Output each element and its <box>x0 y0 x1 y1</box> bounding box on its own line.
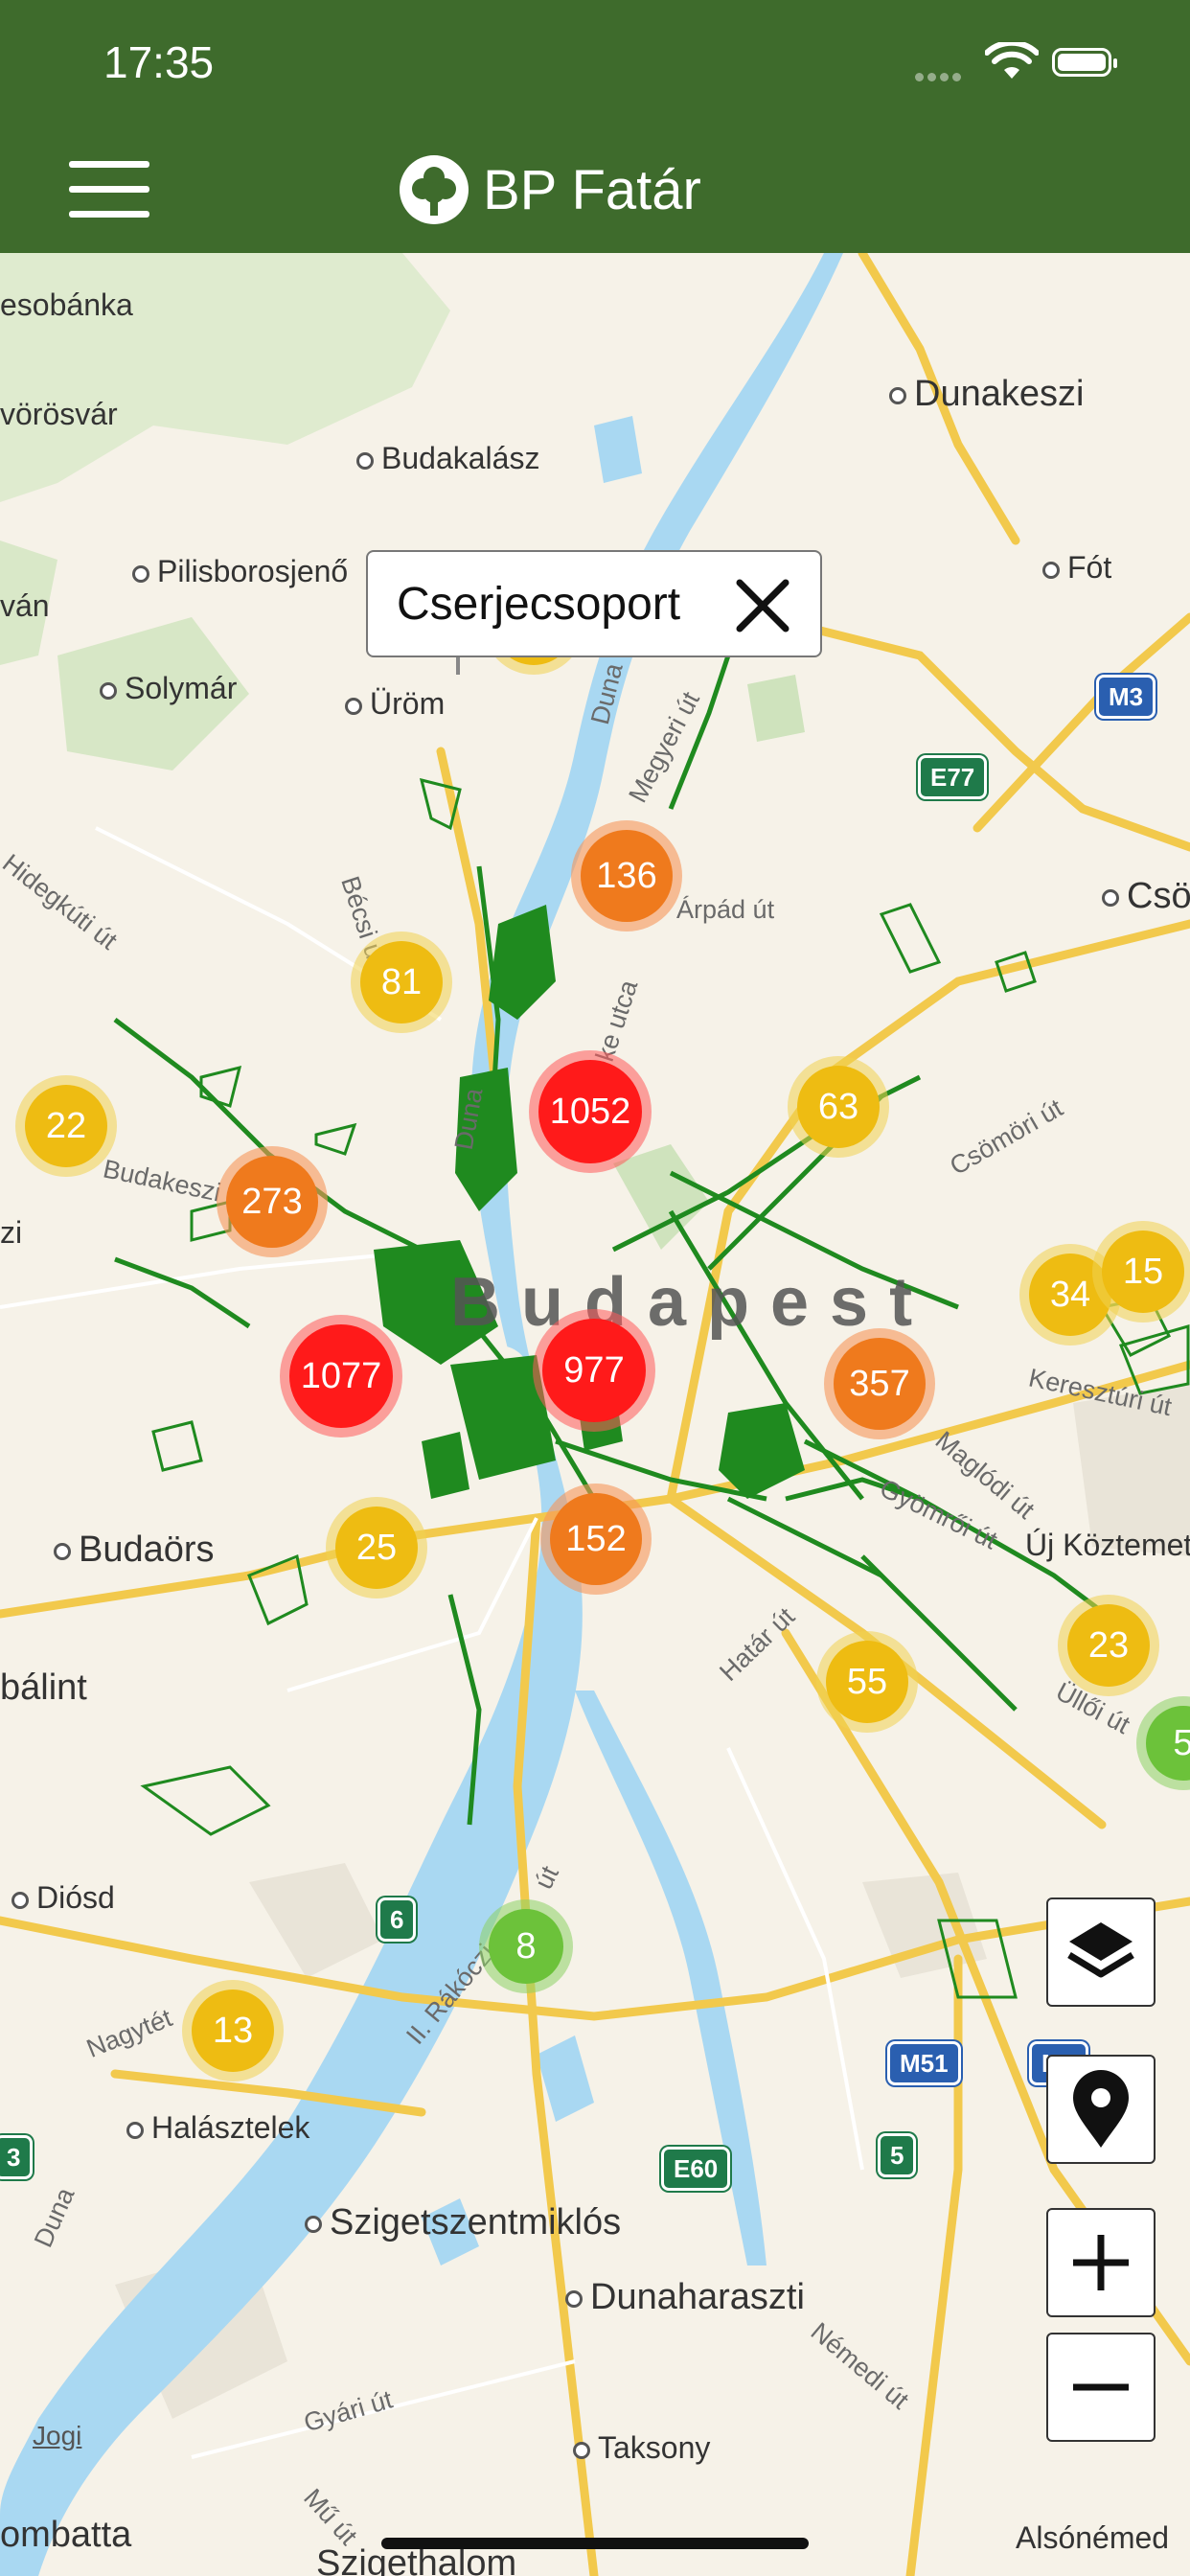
cluster-marker[interactable]: 13 <box>192 1990 274 2072</box>
place-halasztelek: Halásztelek <box>126 2110 309 2146</box>
cluster-marker[interactable]: 55 <box>826 1641 908 1723</box>
hamburger-menu-icon[interactable] <box>69 161 149 218</box>
layers-icon <box>1067 1922 1134 1978</box>
place-name: Üröm <box>370 686 446 721</box>
town-dot-icon <box>126 2121 144 2139</box>
layers-button[interactable] <box>1046 1898 1156 2007</box>
place-name: Taksony <box>598 2430 711 2465</box>
place-name: Dunaharaszti <box>590 2277 805 2317</box>
place-csor: Csör <box>1102 876 1190 917</box>
plus-icon <box>1073 2235 1129 2290</box>
place-uj-koztemeto: Új Köztemet <box>1025 1528 1190 1562</box>
road-shield-e77: E77 <box>918 755 988 799</box>
app-title: BP Fatár <box>483 158 701 221</box>
cluster-marker[interactable]: 8 <box>489 1909 563 1984</box>
map-view[interactable]: esobánka vörösvár Budakalász Dunakeszi P… <box>0 253 1190 2576</box>
place-dunaharaszti: Dunaharaszti <box>565 2277 805 2318</box>
town-dot-icon <box>305 2215 322 2233</box>
town-dot-icon <box>54 1542 71 1560</box>
place-balint: bálint <box>0 1668 87 1708</box>
place-solymar: Solymár <box>100 671 237 706</box>
place-name: Fót <box>1067 550 1112 585</box>
app-header: 17:35 BP Fatár <box>0 0 1190 253</box>
place-budaors: Budaörs <box>54 1530 215 1571</box>
place-diosd: Diósd <box>11 1880 115 1916</box>
cluster-marker[interactable]: 977 <box>542 1319 646 1422</box>
town-dot-icon <box>889 386 906 404</box>
cluster-marker[interactable]: 15 <box>1102 1230 1184 1313</box>
zoom-in-button[interactable] <box>1046 2208 1156 2317</box>
cluster-marker[interactable]: 63 <box>797 1066 880 1148</box>
cluster-marker[interactable]: 34 <box>1029 1254 1111 1336</box>
locate-button[interactable] <box>1046 2055 1156 2164</box>
town-dot-icon <box>356 451 374 470</box>
close-icon[interactable] <box>734 577 791 634</box>
place-name: Csör <box>1127 876 1190 916</box>
place-alsonemedi: Alsónémed <box>1016 2520 1170 2555</box>
road-shield-m3: M3 <box>1096 675 1156 719</box>
status-time: 17:35 <box>103 37 215 87</box>
filter-label: Cserjecsoport <box>397 578 681 630</box>
place-ombatta: ombatta <box>0 2515 132 2555</box>
town-dot-icon <box>11 1891 29 1909</box>
town-dot-icon <box>1102 888 1119 907</box>
road-shield-5: 5 <box>878 2133 917 2177</box>
filter-chip[interactable]: Cserjecsoport <box>366 550 822 657</box>
cluster-marker[interactable]: 22 <box>25 1085 107 1167</box>
place-fot: Fót <box>1042 550 1111 586</box>
cellular-signal-icon <box>915 69 969 81</box>
place-name: Pilisborosjenő <box>157 554 349 588</box>
city-label: Budapest <box>450 1264 934 1341</box>
place-pilisborosjeno: Pilisborosjenő <box>132 554 348 589</box>
town-dot-icon <box>345 697 362 715</box>
place-budakalasz: Budakalász <box>356 441 539 476</box>
cluster-marker[interactable]: 152 <box>550 1493 642 1585</box>
place-taksony: Taksony <box>573 2430 710 2466</box>
zoom-out-button[interactable] <box>1046 2333 1156 2442</box>
town-dot-icon <box>565 2289 583 2308</box>
place-name: Budakalász <box>381 441 540 475</box>
cluster-marker[interactable]: 136 <box>581 830 673 922</box>
cluster-marker[interactable]: 23 <box>1067 1604 1150 1687</box>
town-dot-icon <box>573 2441 590 2459</box>
place-name: Diósd <box>36 1880 115 1915</box>
road-shield-m51: M51 <box>887 2041 961 2085</box>
place-name: Halásztelek <box>151 2110 310 2145</box>
place-name: Dunakeszi <box>914 374 1085 414</box>
app-title-group: BP Fatár <box>399 153 701 226</box>
place-name: Szigetszentmiklós <box>330 2202 622 2242</box>
place-name: Solymár <box>125 671 238 705</box>
place-zi: zi <box>0 1215 23 1250</box>
place-urom: Üröm <box>345 686 445 722</box>
cluster-marker[interactable]: 1077 <box>289 1324 393 1428</box>
place-van: ván <box>0 588 50 623</box>
minus-icon <box>1073 2383 1129 2391</box>
road-label: Árpád út <box>676 895 775 924</box>
location-pin-icon <box>1073 2070 1129 2148</box>
home-indicator[interactable] <box>381 2538 809 2549</box>
road-shield-3: 3 <box>0 2135 34 2179</box>
cluster-marker[interactable]: 357 <box>834 1338 926 1430</box>
cluster-marker[interactable]: 273 <box>226 1156 318 1248</box>
tree-icon <box>400 155 469 224</box>
legal-link[interactable]: Jogi <box>33 2421 81 2451</box>
battery-icon <box>1052 48 1117 77</box>
town-dot-icon <box>100 681 117 700</box>
place-csobanka: esobánka <box>0 288 133 322</box>
town-dot-icon <box>1042 561 1060 579</box>
cluster-marker[interactable]: 25 <box>335 1506 418 1589</box>
place-dunakeszi: Dunakeszi <box>889 374 1084 415</box>
road-shield-6: 6 <box>378 1898 417 1942</box>
town-dot-icon <box>132 564 149 583</box>
place-szigetszentmiklos: Szigetszentmiklós <box>305 2202 621 2243</box>
cluster-marker[interactable]: 81 <box>360 941 443 1024</box>
road-shield-e60: E60 <box>661 2147 731 2191</box>
wifi-icon <box>985 42 1039 79</box>
place-name: Budaörs <box>79 1530 215 1570</box>
cluster-marker[interactable]: 1052 <box>538 1060 642 1163</box>
app-screen: 17:35 BP Fatár esobánka vörösvár Budakal… <box>0 0 1190 2576</box>
place-vorosvar: vörösvár <box>0 397 118 431</box>
